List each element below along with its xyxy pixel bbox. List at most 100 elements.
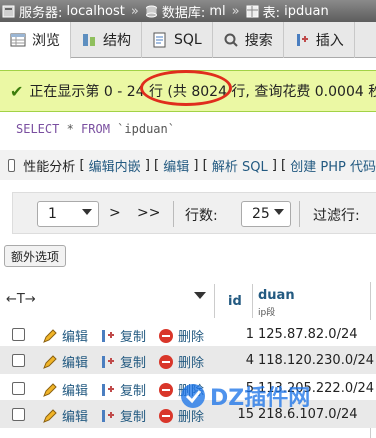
structure-icon — [83, 34, 95, 46]
pencil-icon — [43, 408, 57, 423]
row-checkbox[interactable] — [12, 382, 25, 395]
divider — [299, 201, 300, 227]
explain-sql-link[interactable]: 解析 SQL — [212, 156, 268, 175]
sql-query: SELECT * FROM `ipduan` — [16, 122, 175, 136]
copy-action[interactable]: 复制 — [100, 380, 146, 399]
database-icon — [145, 5, 157, 17]
rows-label: 行数: — [185, 208, 218, 224]
rows-select[interactable]: 25 — [241, 201, 291, 227]
edit-link[interactable]: 编辑 — [163, 156, 189, 175]
profiling-checkbox[interactable] — [8, 158, 16, 172]
tab-sql[interactable]: SQL — [142, 22, 213, 58]
row-checkbox[interactable] — [12, 354, 25, 367]
cell-id[interactable]: 4 — [236, 353, 254, 368]
copy-action[interactable]: 复制 — [100, 326, 146, 345]
sql-star: * — [59, 122, 82, 136]
tab-structure[interactable]: 结构 — [71, 22, 142, 58]
browse-icon — [10, 33, 26, 47]
column-resize-icon[interactable]: ←T→ — [6, 292, 36, 307]
tab-insert[interactable]: 插入 — [284, 22, 355, 58]
triangle-down-icon[interactable] — [194, 292, 206, 299]
last-page-button[interactable]: >> — [137, 205, 160, 221]
breadcrumb-table[interactable]: 表: ipduan — [246, 2, 329, 21]
copy-action[interactable]: 复制 — [100, 406, 146, 425]
row-checkbox[interactable] — [12, 408, 25, 421]
delete-action[interactable]: 删除 — [158, 352, 204, 371]
insert-icon — [296, 34, 308, 46]
db-value[interactable]: ml — [209, 4, 225, 19]
tab-bar: 浏览 结构 SQL 搜索 插入 — [0, 22, 376, 59]
delete-action[interactable]: 删除 — [158, 326, 204, 345]
divider — [252, 284, 253, 318]
sql-table: `ipduan` — [109, 122, 175, 136]
tab-label: 插入 — [315, 33, 344, 49]
breadcrumb-separator: » — [231, 3, 240, 19]
profiling-label: 性能分析 — [23, 159, 76, 175]
delete-label: 删除 — [178, 356, 205, 371]
next-page-button[interactable]: > — [109, 205, 121, 221]
copy-label: 复制 — [120, 356, 147, 371]
breadcrumb-database[interactable]: 数据库: ml — [145, 2, 226, 21]
bracket: [ — [79, 157, 85, 173]
copy-action[interactable]: 复制 — [100, 352, 146, 371]
edit-action[interactable]: 编辑 — [42, 406, 88, 425]
filter-label: 过滤行: — [313, 208, 360, 224]
delete-icon — [159, 408, 173, 423]
tab-browse[interactable]: 浏览 — [0, 22, 71, 59]
divider — [214, 284, 215, 318]
pencil-icon — [43, 354, 57, 369]
search-icon — [224, 33, 238, 47]
copy-icon — [102, 383, 114, 396]
highlight-circle — [140, 70, 232, 106]
bracket: ] [ — [144, 157, 160, 173]
delete-icon — [159, 382, 173, 397]
create-php-link[interactable]: 创建 PHP 代码 — [290, 156, 376, 175]
sql-keyword-from: FROM — [81, 122, 110, 136]
bracket: ] [ — [193, 157, 208, 173]
rows-select-value: 25 — [252, 206, 270, 222]
edit-label: 编辑 — [62, 384, 89, 399]
edit-action[interactable]: 编辑 — [42, 352, 88, 371]
breadcrumb-server[interactable]: 服务器: localhost — [2, 2, 125, 21]
delete-icon — [159, 354, 173, 369]
row-checkbox[interactable] — [12, 328, 25, 341]
server-value[interactable]: localhost — [67, 4, 125, 19]
breadcrumb: 服务器: localhost » 数据库: ml » 表: ipduan — [0, 0, 376, 22]
navigation-bar: 1 > >> 行数: 25 过滤行: — [12, 192, 376, 234]
column-duan-comment: ip段 — [258, 308, 276, 318]
check-icon: ✔ — [10, 81, 24, 101]
edit-inline-link[interactable]: 编辑内嵌 — [89, 156, 141, 175]
bracket: ] [ — [271, 157, 287, 173]
watermark: DZ插件网 — [180, 380, 310, 412]
table-value[interactable]: ipduan — [284, 4, 329, 19]
page-select-value: 1 — [48, 206, 57, 222]
tab-label: 搜索 — [244, 33, 273, 49]
table-header: ←T→ id duan ip段 — [0, 282, 376, 318]
watermark-logo-icon — [181, 384, 205, 408]
divider — [173, 201, 174, 227]
copy-icon — [102, 355, 114, 368]
cell-id[interactable]: 1 — [236, 327, 254, 342]
table-row: 编辑 复制 删除 4 118.120.230.0/24 — [0, 346, 376, 374]
copy-label: 复制 — [120, 330, 147, 345]
column-id-header[interactable]: id — [228, 294, 242, 309]
watermark-text: DZ插件网 — [210, 386, 311, 411]
copy-icon — [102, 409, 114, 422]
extra-options-button[interactable]: 额外选项 — [4, 245, 67, 267]
tab-search[interactable]: 搜索 — [213, 22, 284, 58]
chevron-down-icon — [274, 209, 284, 215]
edit-label: 编辑 — [62, 356, 89, 371]
edit-action[interactable]: 编辑 — [42, 326, 88, 345]
copy-icon — [102, 329, 114, 342]
cell-duan[interactable]: 118.120.230.0/24 — [258, 353, 374, 368]
query-options-bar: 性能分析 [ 编辑内嵌 ] [ 编辑 ] [ 解析 SQL ] [ 创建 PHP… — [0, 150, 376, 180]
edit-action[interactable]: 编辑 — [42, 380, 88, 399]
table-label: 表: — [262, 5, 281, 21]
page-select[interactable]: 1 — [37, 201, 99, 227]
column-duan-header[interactable]: duan — [258, 288, 295, 303]
tab-label: 结构 — [103, 33, 131, 49]
breadcrumb-separator: » — [130, 3, 139, 19]
cell-duan[interactable]: 125.87.82.0/24 — [258, 327, 358, 342]
pencil-icon — [43, 382, 57, 397]
tab-label: SQL — [174, 32, 202, 48]
